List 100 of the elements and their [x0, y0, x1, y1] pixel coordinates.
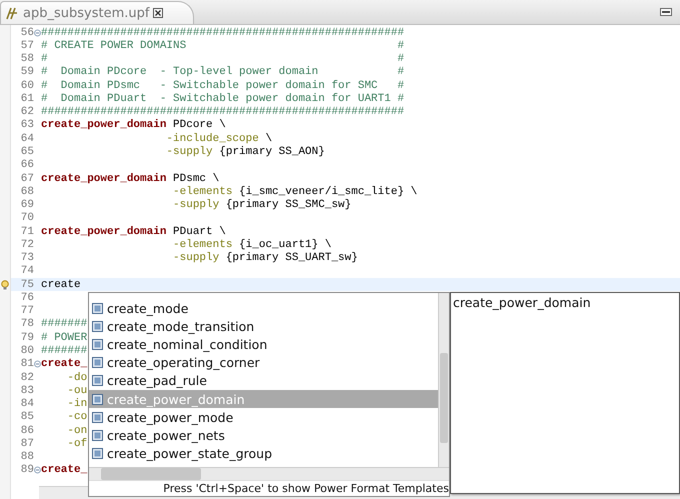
line-number: 84: [20, 398, 34, 410]
code-comment: #######################################################: [41, 106, 404, 118]
lightbulb-icon[interactable]: [0, 280, 10, 290]
code-option: -of: [41, 438, 88, 450]
line-number: 85: [20, 411, 34, 424]
line-number: 62: [20, 106, 34, 118]
completion-item[interactable]: create_mode: [89, 299, 438, 318]
completion-item[interactable]: create_mode_transition: [89, 317, 438, 336]
code-text: PDsmc \: [172, 172, 220, 185]
line-number: 73: [20, 252, 34, 264]
code-comment: # CREATE POWER DOMAINS #: [41, 40, 404, 52]
line-number: 87: [20, 438, 34, 450]
code-option: -elements: [41, 238, 232, 251]
horizontal-scrollbar[interactable]: [89, 467, 449, 480]
tab-title: apb_subsystem.upf: [23, 6, 150, 20]
code-text: {i_smc_veneer/i_smc_lite} \: [238, 186, 418, 198]
code-comment: # POWER: [41, 332, 88, 344]
code-text: {i_oc_uart1} \: [238, 238, 332, 251]
close-icon[interactable]: [153, 8, 164, 18]
completion-item[interactable]: create_operating_corner: [89, 354, 438, 372]
line-number: 66: [20, 159, 34, 172]
code-option: -in: [41, 398, 88, 410]
completion-item[interactable]: create_power_nets: [89, 426, 438, 444]
code-keyword: create_power_domain: [41, 119, 166, 132]
code-text: {primary SS_AON}: [218, 146, 325, 158]
line-number: 82: [20, 372, 34, 384]
line-number: 69: [20, 199, 34, 212]
template-icon: [92, 375, 103, 386]
line-number: 58: [20, 53, 34, 66]
line-number: 64: [20, 132, 34, 145]
line-number: 57: [20, 40, 34, 52]
template-icon: [92, 338, 103, 350]
code-option: -elements: [41, 186, 232, 198]
code-keyword: create_: [41, 464, 88, 476]
file-icon: [5, 6, 19, 20]
line-number: 71: [20, 226, 34, 238]
line-number: 76: [20, 292, 34, 304]
code-comment: #######################################################: [41, 26, 404, 39]
completion-item[interactable]: create_power_state_group: [89, 444, 438, 463]
template-icon: [92, 412, 103, 423]
template-icon: [92, 430, 103, 441]
editor-tab[interactable]: apb_subsystem.upf: [0, 1, 194, 24]
code-option: -supply: [41, 252, 220, 264]
line-number: 83: [20, 384, 34, 397]
code-comment: # Domain PDcore - Top-level power domain #: [41, 66, 404, 78]
code-text: {primary SS_UART_sw}: [224, 252, 358, 264]
code-text: PDuart \: [172, 226, 226, 238]
code-comment: #######: [41, 318, 88, 330]
line-number: 74: [20, 265, 34, 278]
template-icon: [92, 320, 103, 332]
code-text: create: [41, 278, 81, 291]
code-text: \: [264, 132, 272, 145]
code-keyword: create_power_domain: [41, 226, 166, 238]
line-number: 72: [20, 238, 34, 251]
line-number: 78: [20, 318, 34, 330]
template-icon: [92, 394, 103, 405]
code-comment: # Domain PDsmc - Switchable power domain for SMC #: [41, 80, 404, 92]
code-option: -on: [41, 424, 88, 437]
completion-item[interactable]: create_pad_rule: [89, 372, 438, 390]
completion-item[interactable]: create_nominal_condition: [89, 335, 438, 354]
minimize-icon[interactable]: [660, 8, 672, 16]
line-number: 59: [20, 66, 34, 78]
line-number: 89: [20, 464, 34, 476]
template-icon: [92, 448, 103, 460]
code-option: -ou: [41, 384, 88, 397]
line-number: 56: [20, 26, 34, 39]
code-text: PDcore \: [172, 119, 226, 132]
collapse-icon[interactable]: [34, 466, 41, 474]
line-number: 77: [20, 305, 34, 318]
code-keyword: create_power_domain: [41, 172, 166, 185]
detail-panel: create_power_domain: [450, 292, 680, 494]
completion-item[interactable]: create_power_mode: [89, 408, 438, 426]
code-text: {primary SS_SMC_sw}: [224, 199, 352, 212]
hint-text: Press 'Ctrl+Space' to show Power Format Templates: [89, 480, 449, 496]
line-number: 79: [20, 332, 34, 344]
code-option: -supply: [41, 146, 213, 158]
line-number: 67: [20, 172, 34, 185]
code-comment: # #: [41, 53, 404, 66]
vertical-scrollbar[interactable]: [438, 293, 449, 467]
line-number: 80: [20, 345, 34, 357]
template-icon: [92, 357, 103, 368]
line-number: 86: [20, 424, 34, 437]
line-number: 60: [20, 80, 34, 92]
collapse-icon[interactable]: [34, 28, 41, 37]
collapse-icon[interactable]: [34, 360, 41, 368]
line-number: 75: [20, 278, 34, 291]
code-option: -do: [41, 372, 88, 384]
line-number: 68: [20, 186, 34, 198]
code-option: -co: [41, 411, 88, 424]
line-number: 81: [20, 358, 34, 370]
template-icon: [92, 302, 103, 314]
line-number: 63: [20, 119, 34, 132]
line-number: 88: [20, 451, 34, 464]
code-option: -supply: [41, 199, 220, 212]
code-comment: # Domain PDuart - Switchable power domain for UART1 #: [41, 92, 404, 105]
code-keyword: create_: [41, 358, 88, 370]
code-option: -include_scope: [41, 132, 259, 145]
line-number: 65: [20, 146, 34, 158]
line-number: 70: [20, 212, 34, 224]
line-number: 61: [20, 92, 34, 105]
